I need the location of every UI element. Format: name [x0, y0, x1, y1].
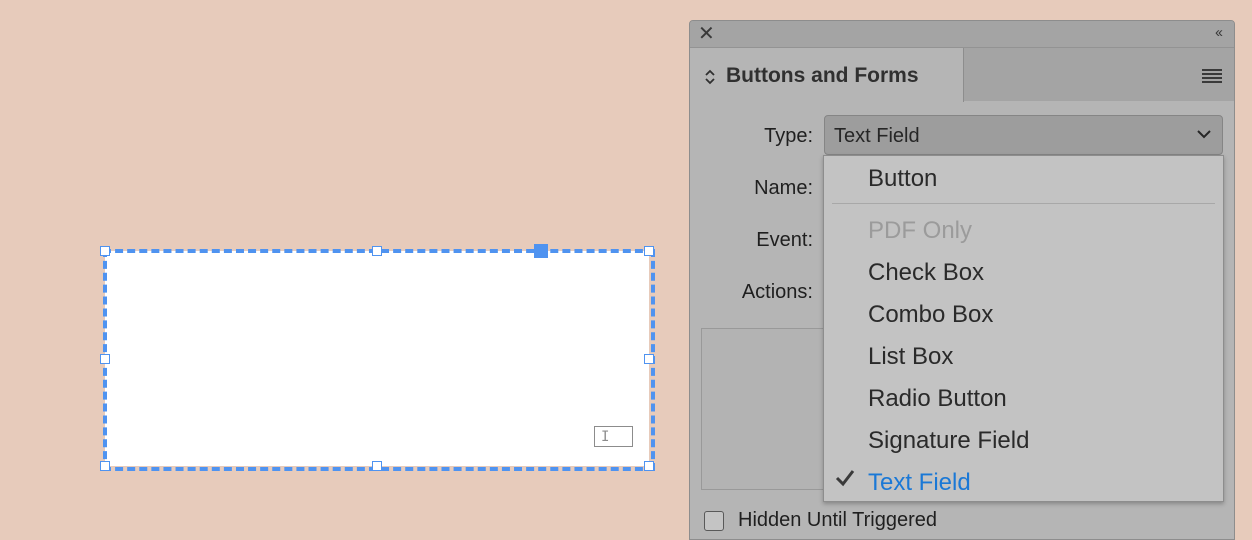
dropdown-separator	[832, 203, 1215, 204]
actions-label: Actions:	[741, 281, 813, 303]
hidden-until-triggered-label: Hidden Until Triggered	[738, 509, 937, 531]
resize-handle-bottom-center[interactable]	[372, 461, 382, 471]
tab-buttons-and-forms[interactable]: Buttons and Forms	[690, 48, 964, 102]
name-label: Name:	[754, 177, 813, 199]
close-icon[interactable]: ✕	[698, 24, 715, 44]
resize-handle-top-center[interactable]	[372, 246, 382, 256]
hidden-until-triggered-checkbox[interactable]	[704, 511, 724, 531]
panel-tab-row: Buttons and Forms	[690, 48, 1234, 102]
text-field-badge: I	[594, 426, 633, 447]
frame-anchor-handle[interactable]	[534, 244, 548, 258]
resize-handle-bottom-left[interactable]	[100, 461, 110, 471]
text-cursor-icon: I	[601, 429, 610, 445]
dropdown-option-pdf-only: PDF Only	[868, 217, 973, 244]
resize-handle-middle-left[interactable]	[100, 354, 110, 364]
dropdown-option-signature-field[interactable]: Signature Field	[868, 427, 1029, 455]
panel-title-bar: ✕ ‹‹	[690, 21, 1234, 48]
chevron-down-icon	[1197, 130, 1211, 139]
panel-menu-icon[interactable]	[1202, 69, 1222, 83]
dropdown-option-button[interactable]: Button	[868, 165, 937, 193]
resize-handle-bottom-right[interactable]	[644, 461, 654, 471]
collapse-icon[interactable]: ‹‹	[1215, 25, 1223, 41]
dropdown-option-list-box[interactable]: List Box	[868, 343, 953, 371]
dropdown-option-combo-box[interactable]: Combo Box	[868, 301, 993, 329]
type-label: Type:	[764, 125, 813, 147]
event-label: Event:	[756, 229, 813, 251]
text-field-frame[interactable]	[105, 251, 649, 466]
dropdown-option-radio-button[interactable]: Radio Button	[868, 385, 1007, 413]
panel-tab-title: Buttons and Forms	[726, 64, 919, 87]
dropdown-option-text-field[interactable]: Text Field	[868, 469, 971, 497]
resize-handle-top-left[interactable]	[100, 246, 110, 256]
resize-handle-top-right[interactable]	[644, 246, 654, 256]
dropdown-option-check-box[interactable]: Check Box	[868, 259, 984, 287]
type-dropdown-list: Button PDF Only Check Box Combo Box List…	[823, 155, 1224, 502]
checkmark-icon	[835, 470, 855, 487]
type-select-value: Text Field	[834, 125, 920, 147]
resize-handle-middle-right[interactable]	[644, 354, 654, 364]
type-select[interactable]: Text Field	[824, 115, 1223, 155]
up-down-arrows-icon	[705, 69, 715, 85]
